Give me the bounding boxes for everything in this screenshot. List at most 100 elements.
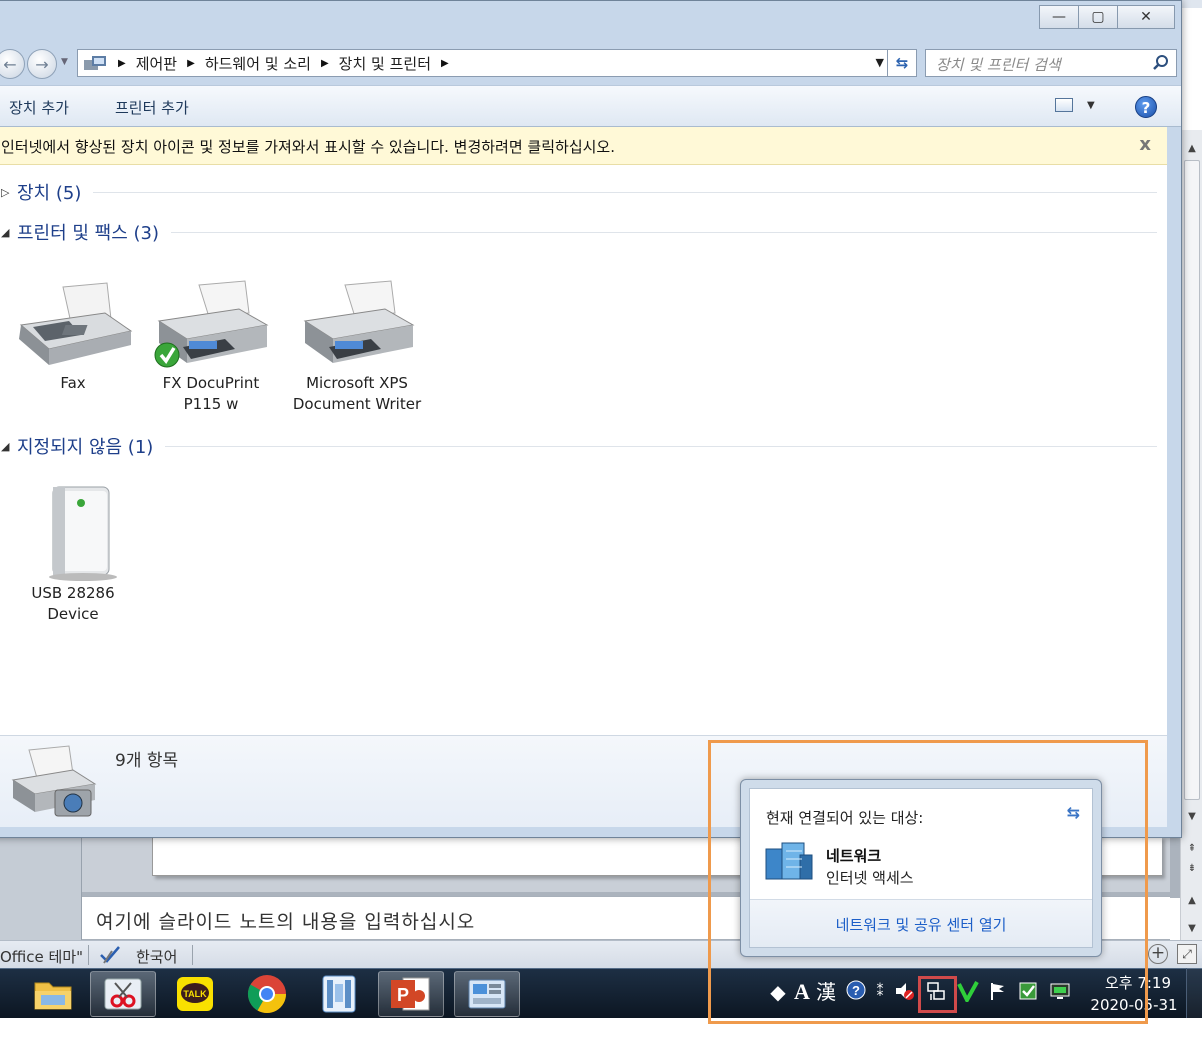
group-header-printers[interactable]: ◢ 프린터 및 팩스 (3) [1, 219, 1157, 245]
breadcrumb-separator[interactable]: ▶ [118, 58, 126, 69]
svg-text:TALK: TALK [183, 989, 207, 999]
group-divider [93, 191, 1157, 193]
device-label-line1: Microsoft XPS [306, 374, 408, 392]
item-count: 9개 항목 [115, 751, 179, 771]
devices-and-printers-window: — ▢ ✕ ← → ▼ ▶ 제어판 ▶ 하드웨어 및 소리 ▶ 장치 및 프린터… [0, 0, 1182, 838]
breadcrumb-separator[interactable]: ▶ [441, 58, 449, 69]
group-header-unspecified[interactable]: ◢ 지정되지 않음 (1) [1, 433, 1157, 459]
device-microsoft-xps[interactable]: Microsoft XPS Document Writer [287, 277, 427, 415]
scroll-up-icon[interactable]: ▲ [1185, 894, 1199, 908]
control-panel-icon [84, 56, 106, 70]
ppt-theme-label: Office 테마" [0, 948, 84, 966]
info-bar-message[interactable]: 인터넷에서 향상된 장치 아이콘 및 정보를 가져와서 표시할 수 있습니다. … [1, 136, 615, 157]
breadcrumb-devices-and-printers[interactable]: 장치 및 프린터 [339, 53, 431, 74]
forward-button[interactable]: → [27, 49, 57, 79]
device-usb-28286[interactable]: USB 28286 Device [3, 481, 143, 625]
next-slide-icon[interactable]: ⇟ [1185, 862, 1199, 876]
book-icon [322, 975, 356, 1013]
group-divider [165, 445, 1157, 447]
powerpoint-icon: P [391, 977, 430, 1011]
taskbar-powerpoint[interactable]: P [378, 971, 444, 1017]
spellcheck-icon[interactable] [98, 943, 122, 965]
prev-slide-icon[interactable]: ⇞ [1185, 842, 1199, 856]
taskbar-snipping-tool[interactable] [90, 971, 156, 1017]
chevron-down-icon[interactable]: ▼ [1087, 100, 1095, 111]
chrome-icon [247, 975, 287, 1014]
scroll-down-icon[interactable]: ▼ [1185, 922, 1199, 936]
ppt-language-label[interactable]: 한국어 [136, 946, 177, 967]
expand-arrow-icon[interactable]: ▷ [1, 186, 9, 199]
close-button[interactable]: ✕ [1117, 5, 1175, 29]
device-label-line2: P115 w [183, 395, 239, 413]
minimize-button[interactable]: — [1039, 5, 1079, 29]
kakaotalk-icon: TALK [177, 977, 213, 1011]
ppt-notes-placeholder: 여기에 슬라이드 노트의 내용을 입력하십시오 [96, 911, 476, 933]
address-bar[interactable]: ▶ 제어판 ▶ 하드웨어 및 소리 ▶ 장치 및 프린터 ▶ ▼ [77, 49, 889, 77]
device-fax[interactable]: Fax [3, 277, 143, 394]
devices-content-pane: 인터넷에서 향상된 장치 아이콘 및 정보를 가져와서 표시할 수 있습니다. … [0, 127, 1167, 735]
zoom-in-icon[interactable]: + [1148, 944, 1168, 964]
command-bar: 장치 추가 프린터 추가 ▼ ? [0, 85, 1181, 127]
group-header-devices[interactable]: ▷ 장치 (5) [1, 179, 1157, 205]
scroll-down-icon[interactable]: ▼ [1185, 810, 1199, 824]
group-divider [171, 231, 1157, 233]
ppt-thumbnail-pane[interactable] [0, 836, 82, 940]
breadcrumb-hardware-and-sound[interactable]: 하드웨어 및 소리 [205, 53, 311, 74]
ppt-vertical-scrollbar[interactable]: ▲ ▼ ⇞ ⇟ ▲ ▼ [1180, 130, 1202, 940]
fax-icon [19, 282, 133, 365]
taskbar-kakaotalk[interactable]: TALK [162, 971, 228, 1017]
info-bar[interactable]: 인터넷에서 향상된 장치 아이콘 및 정보를 가져와서 표시할 수 있습니다. … [0, 127, 1167, 165]
usb-device-icon [49, 486, 117, 581]
search-icon[interactable] [1152, 54, 1170, 72]
fit-to-window-icon[interactable]: ⤢ [1177, 944, 1197, 964]
add-printer-button[interactable]: 프린터 추가 [115, 97, 189, 118]
collapse-arrow-icon[interactable]: ◢ [1, 226, 9, 239]
show-desktop-button[interactable] [1186, 968, 1202, 1018]
collapse-arrow-icon[interactable]: ◢ [1, 440, 9, 453]
devices-printers-icon [468, 979, 506, 1009]
maximize-button[interactable]: ▢ [1078, 5, 1118, 29]
refresh-icon: ⇆ [895, 54, 909, 72]
taskbar-chrome[interactable] [234, 971, 300, 1017]
status-separator [192, 945, 193, 965]
change-view-button[interactable]: ▼ [1055, 98, 1095, 112]
svg-text:P: P [397, 985, 409, 1005]
recent-pages-dropdown[interactable]: ▼ [61, 57, 68, 67]
navigation-bar: ← → ▼ ▶ 제어판 ▶ 하드웨어 및 소리 ▶ 장치 및 프린터 ▶ ▼ ⇆… [0, 45, 1181, 79]
help-icon[interactable]: ? [1135, 96, 1157, 118]
search-placeholder: 장치 및 프린터 검색 [936, 56, 1061, 74]
annotation-network-icon-highlight [918, 976, 957, 1013]
taskbar-library-app[interactable] [306, 971, 372, 1017]
view-icon [1055, 98, 1073, 112]
info-bar-close-icon[interactable]: x [1139, 134, 1151, 155]
window-controls: — ▢ ✕ [1039, 5, 1175, 29]
taskbar-devices-and-printers[interactable] [454, 971, 520, 1017]
breadcrumb-control-panel[interactable]: 제어판 [136, 53, 177, 74]
search-input[interactable]: 장치 및 프린터 검색 [925, 49, 1177, 77]
scroll-up-icon[interactable]: ▲ [1185, 142, 1199, 156]
printer-icon [154, 280, 269, 368]
group-title-printers[interactable]: 프린터 및 팩스 (3) [17, 219, 159, 245]
taskbar-explorer[interactable] [20, 971, 86, 1017]
scissors-icon [104, 978, 142, 1010]
device-fx-docuprint[interactable]: FX DocuPrint P115 w [141, 277, 281, 415]
device-label-line2: Document Writer [292, 395, 422, 413]
status-separator [88, 945, 89, 965]
refresh-button[interactable]: ⇆ [887, 49, 917, 77]
forward-arrow-icon: → [35, 54, 49, 74]
printer-icon [303, 280, 415, 363]
add-device-button[interactable]: 장치 추가 [9, 97, 69, 118]
group-title-devices[interactable]: 장치 (5) [17, 179, 81, 205]
device-label-line1: USB 28286 [31, 584, 115, 602]
device-label: Fax [60, 374, 86, 392]
address-history-dropdown[interactable]: ▼ [876, 56, 884, 69]
breadcrumb-separator[interactable]: ▶ [321, 58, 329, 69]
back-button[interactable]: ← [0, 49, 25, 79]
breadcrumb-separator[interactable]: ▶ [187, 58, 195, 69]
back-arrow-icon: ← [3, 54, 17, 74]
devices-printers-icon [11, 745, 97, 817]
group-title-unspecified[interactable]: 지정되지 않음 (1) [17, 433, 153, 459]
scrollbar-thumb[interactable] [1184, 160, 1200, 800]
device-label-line2: Device [47, 605, 99, 623]
device-label-line1: FX DocuPrint [162, 374, 260, 392]
